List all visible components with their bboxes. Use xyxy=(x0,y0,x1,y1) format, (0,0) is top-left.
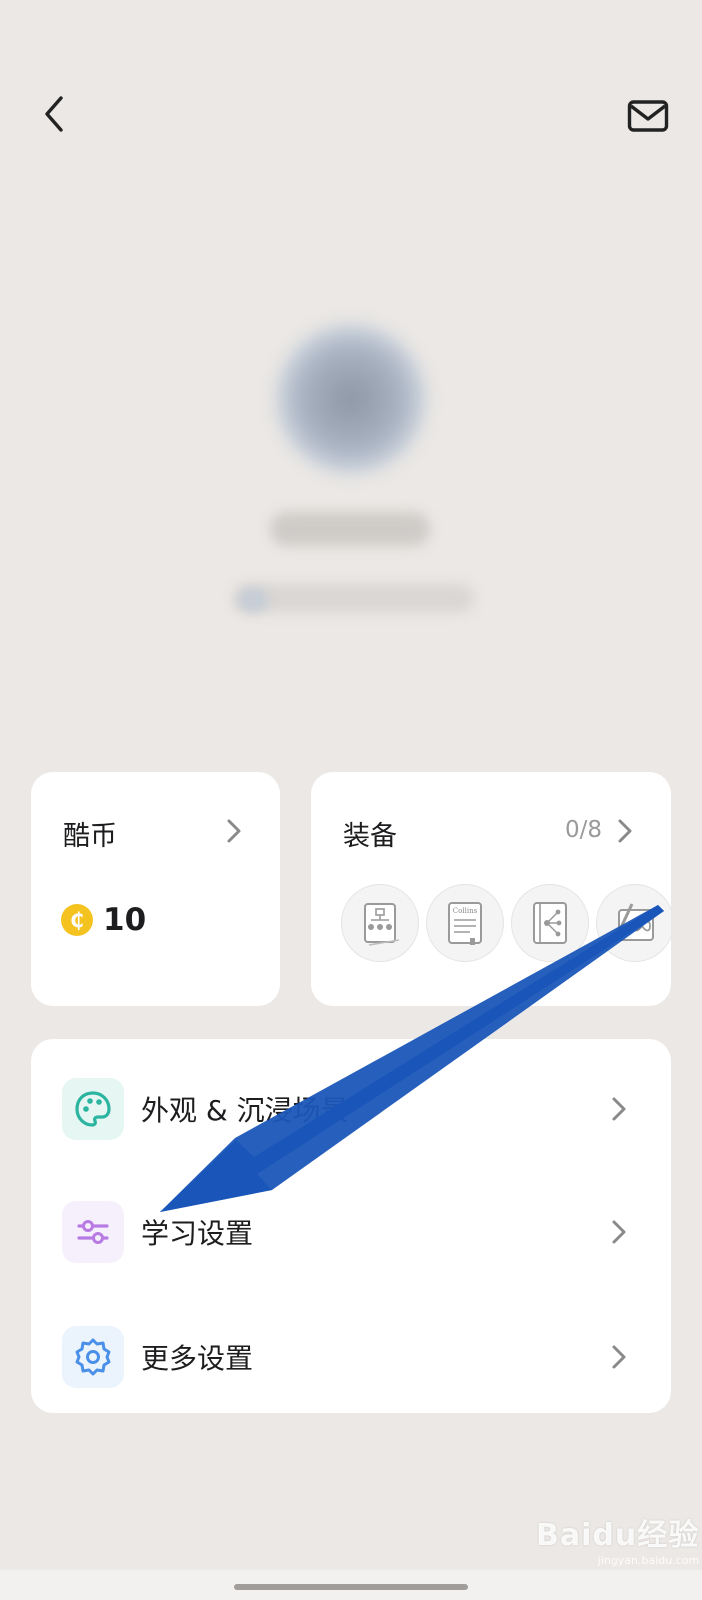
chevron-right-icon xyxy=(612,1220,626,1244)
blurred-user-badge xyxy=(238,588,268,612)
chevron-right-icon xyxy=(612,1097,626,1121)
coin-icon: ₵ xyxy=(61,904,93,936)
blurred-nickname xyxy=(270,512,430,546)
menu-label-appearance: 外观 & 沉浸场景 xyxy=(141,1094,349,1127)
equipment-count: 0/8 xyxy=(565,817,603,843)
equipment-card[interactable]: 装备 0/8 Collins xyxy=(311,772,671,1006)
sliders-icon xyxy=(62,1201,124,1263)
menu-item-appearance[interactable]: 外观 & 沉浸场景 xyxy=(31,1059,671,1159)
coin-balance: ₵ 10 xyxy=(61,902,146,938)
collins-dictionary-icon: Collins xyxy=(448,902,482,945)
menu-label-more-settings: 更多设置 xyxy=(141,1342,254,1375)
mindmap-book-icon xyxy=(364,903,400,946)
equip-item-pencil[interactable] xyxy=(596,884,671,962)
palette-icon xyxy=(62,1078,124,1140)
equipment-title: 装备 xyxy=(343,821,397,852)
equip-item-mindmap[interactable] xyxy=(341,884,419,962)
coin-title: 酷币 xyxy=(63,821,117,852)
equip-item-collins[interactable]: Collins xyxy=(426,884,504,962)
avatar[interactable] xyxy=(276,324,426,474)
blurred-user-info xyxy=(234,584,474,612)
pencil-infinity-icon xyxy=(616,903,654,941)
menu-item-more-settings[interactable]: 更多设置 xyxy=(31,1307,671,1407)
watermark-brand: Baidu经验 xyxy=(536,1518,700,1553)
home-indicator xyxy=(234,1584,468,1590)
menu-item-study-settings[interactable]: 学习设置 xyxy=(31,1182,671,1282)
equip-item-tree[interactable] xyxy=(511,884,589,962)
settings-menu: 外观 & 沉浸场景 学习设置 更多设置 xyxy=(31,1039,671,1413)
collins-label: Collins xyxy=(453,907,478,915)
menu-label-study-settings: 学习设置 xyxy=(141,1217,254,1250)
watermark-url: jingyan.baidu.com xyxy=(597,1554,700,1567)
mail-icon xyxy=(627,100,669,132)
chevron-right-icon xyxy=(227,819,241,843)
chevron-right-icon xyxy=(612,1345,626,1369)
back-button[interactable] xyxy=(30,90,78,138)
chevron-right-icon xyxy=(618,819,632,843)
coin-value: 10 xyxy=(103,902,147,938)
watermark: Baidu经验 jingyan.baidu.com xyxy=(536,1510,699,1567)
tree-book-icon xyxy=(533,902,567,944)
gear-icon xyxy=(62,1326,124,1388)
mail-button[interactable] xyxy=(622,94,674,138)
coin-card[interactable]: 酷币 ₵ 10 xyxy=(31,772,280,1006)
chevron-left-icon xyxy=(45,96,63,132)
